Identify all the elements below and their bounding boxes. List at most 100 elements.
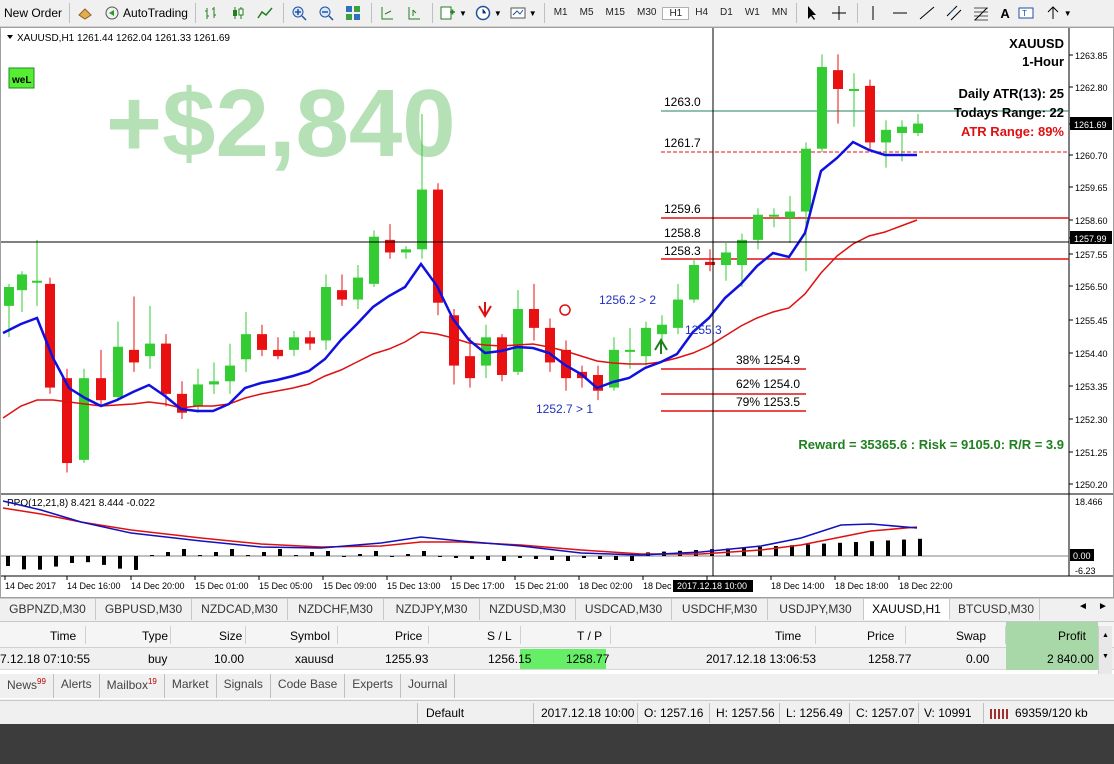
terminal-tab-experts[interactable]: Experts bbox=[345, 674, 401, 698]
new-order-button[interactable]: New Order bbox=[1, 2, 65, 24]
zoom-out-button[interactable] bbox=[315, 2, 340, 24]
ppo-histogram-bar bbox=[550, 556, 554, 560]
chart-tab-gbpusd-m30[interactable]: GBPUSD,M30 bbox=[96, 599, 192, 620]
time-scale-label: 15 Dec 05:00 bbox=[259, 581, 313, 591]
column-divider bbox=[245, 626, 246, 644]
chart-tab-usdchf-m30[interactable]: USDCHF,M30 bbox=[672, 599, 768, 620]
column-header-price[interactable]: Price bbox=[395, 629, 422, 643]
buy-arrow-icon bbox=[654, 338, 668, 354]
cursor-button[interactable] bbox=[801, 2, 826, 24]
timeframe-d1[interactable]: D1 bbox=[714, 7, 739, 20]
candlestick-button[interactable] bbox=[227, 2, 252, 24]
bar-chart-button[interactable] bbox=[200, 2, 225, 24]
cell-profit: 2 840.00 bbox=[1047, 652, 1094, 666]
chart-window[interactable]: +$2,840 weL XAUUSD,H1 1261.44 1262.04 1261… bbox=[0, 27, 1114, 598]
chart-tab-nzdcad-m30[interactable]: NZDCAD,M30 bbox=[192, 599, 288, 620]
ppo-histogram-bar bbox=[838, 542, 842, 556]
zoom-in-button[interactable] bbox=[288, 2, 313, 24]
chart-tab-nzdjpy-m30[interactable]: NZDJPY,M30 bbox=[384, 599, 480, 620]
fibonacci-button[interactable] bbox=[970, 2, 995, 24]
line-chart-button[interactable] bbox=[254, 2, 279, 24]
terminal-tab-alerts[interactable]: Alerts bbox=[54, 674, 100, 698]
chart-tab-nzdusd-m30[interactable]: NZDUSD,M30 bbox=[480, 599, 576, 620]
tile-windows-button[interactable] bbox=[342, 2, 367, 24]
table-row[interactable]: 7.12.18 07:10:55 buy 10.00 xauusd 1255.93 125… bbox=[0, 648, 1114, 670]
zoom-in-icon bbox=[291, 5, 307, 21]
tab-scroll-left-icon[interactable]: ◄ bbox=[1078, 601, 1088, 612]
templates-button[interactable]: ▼ bbox=[507, 2, 540, 24]
auto-trading-button[interactable]: AutoTrading bbox=[101, 2, 191, 24]
scroll-up-icon[interactable]: ▲ bbox=[1099, 632, 1112, 639]
terminal-tab-market[interactable]: Market bbox=[165, 674, 217, 698]
bull-candle bbox=[849, 89, 859, 92]
terminal-tab-journal[interactable]: Journal bbox=[401, 674, 456, 698]
ppo-histogram-bar bbox=[486, 556, 490, 560]
ppo-histogram-bar bbox=[246, 555, 250, 556]
chart-shift-button[interactable] bbox=[403, 2, 428, 24]
arrows-button[interactable]: ▼ bbox=[1042, 2, 1075, 24]
status-profile[interactable]: Default bbox=[426, 706, 464, 720]
column-header-time[interactable]: Time bbox=[50, 629, 76, 643]
timeframe-m15[interactable]: M15 bbox=[600, 7, 631, 20]
ppo-histogram-bar bbox=[854, 542, 858, 556]
autoscroll-button[interactable] bbox=[376, 2, 401, 24]
terminal-tab-mailbox[interactable]: Mailbox19 bbox=[100, 674, 165, 698]
column-header-price[interactable]: Price bbox=[867, 629, 894, 643]
channel-button[interactable] bbox=[943, 2, 968, 24]
periods-button[interactable]: ▼ bbox=[472, 2, 505, 24]
trendline-icon bbox=[919, 5, 935, 21]
trendline-button[interactable] bbox=[916, 2, 941, 24]
column-header-symbol[interactable]: Symbol bbox=[290, 629, 330, 643]
daily-atr-label: Daily ATR(13): 25 bbox=[959, 86, 1064, 101]
crosshair-button[interactable] bbox=[828, 2, 853, 24]
scroll-down-icon[interactable]: ▼ bbox=[1099, 653, 1112, 660]
price-scale-label: 1252.30 bbox=[1075, 415, 1108, 425]
terminal-tab-signals[interactable]: Signals bbox=[217, 674, 271, 698]
symbol-label: XAUUSD bbox=[1009, 36, 1064, 51]
terminal-tab-code-base[interactable]: Code Base bbox=[271, 674, 346, 698]
column-header-profit[interactable]: Profit bbox=[1058, 629, 1086, 643]
indicators-button[interactable]: ▼ bbox=[437, 2, 470, 24]
text-label-button[interactable]: T bbox=[1015, 2, 1040, 24]
toolbar-separator bbox=[431, 3, 433, 23]
timeframe-h4[interactable]: H4 bbox=[689, 7, 714, 20]
chart-tab-gbpnzd-m30[interactable]: GBPNZD,M30 bbox=[0, 599, 96, 620]
status-divider bbox=[533, 703, 534, 723]
ppo-histogram-bar bbox=[758, 546, 762, 556]
terminal-tab-news[interactable]: News99 bbox=[0, 674, 54, 698]
chart-tab-btcusd-m30[interactable]: BTCUSD,M30 bbox=[950, 599, 1040, 620]
column-header-type[interactable]: Type bbox=[142, 629, 168, 643]
chart-tab-usdcad-m30[interactable]: USDCAD,M30 bbox=[576, 599, 672, 620]
time-scale-label: 18 Dec 02:00 bbox=[579, 581, 633, 591]
cell-close-price: 1258.77 bbox=[868, 652, 912, 666]
timeframe-m1[interactable]: M1 bbox=[548, 7, 574, 20]
ppo-histogram-bar bbox=[166, 552, 170, 556]
ppo-histogram-bar bbox=[358, 554, 362, 556]
cell-type: buy bbox=[148, 652, 168, 666]
ppo-histogram-bar bbox=[262, 552, 266, 556]
column-header-time[interactable]: Time bbox=[775, 629, 801, 643]
price-chart-canvas[interactable]: +$2,840 weL XAUUSD,H1 1261.44 1262.04 1261… bbox=[1, 28, 1113, 597]
timeframe-m30[interactable]: M30 bbox=[631, 7, 662, 20]
chart-tab-nzdchf-m30[interactable]: NZDCHF,M30 bbox=[288, 599, 384, 620]
text-button[interactable]: A bbox=[997, 2, 1012, 24]
vertical-line-button[interactable] bbox=[862, 2, 887, 24]
horizontal-line-button[interactable] bbox=[889, 2, 914, 24]
tab-scroll-right-icon[interactable]: ► bbox=[1098, 601, 1108, 612]
ppo-histogram-bar bbox=[342, 556, 346, 557]
terminal-scrollbar[interactable]: ▲ ▼ bbox=[1098, 626, 1112, 674]
timeframe-m5[interactable]: M5 bbox=[574, 7, 600, 20]
timeframe-h1[interactable]: H1 bbox=[662, 6, 690, 20]
column-header-sl[interactable]: S / L bbox=[487, 629, 512, 643]
column-header-swap[interactable]: Swap bbox=[956, 629, 986, 643]
ppo-histogram-bar bbox=[822, 543, 826, 556]
toolbar-separator bbox=[796, 3, 798, 23]
chart-tab-xauusd-h1[interactable]: XAUUSD,H1 bbox=[864, 599, 950, 620]
history-icon-button[interactable] bbox=[74, 2, 99, 24]
bull-candle bbox=[32, 280, 42, 283]
timeframe-w1[interactable]: W1 bbox=[739, 7, 766, 20]
chart-tab-usdjpy-m30[interactable]: USDJPY,M30 bbox=[768, 599, 864, 620]
timeframe-mn[interactable]: MN bbox=[766, 7, 794, 20]
column-header-tp[interactable]: T / P bbox=[577, 629, 602, 643]
column-header-size[interactable]: Size bbox=[219, 629, 242, 643]
